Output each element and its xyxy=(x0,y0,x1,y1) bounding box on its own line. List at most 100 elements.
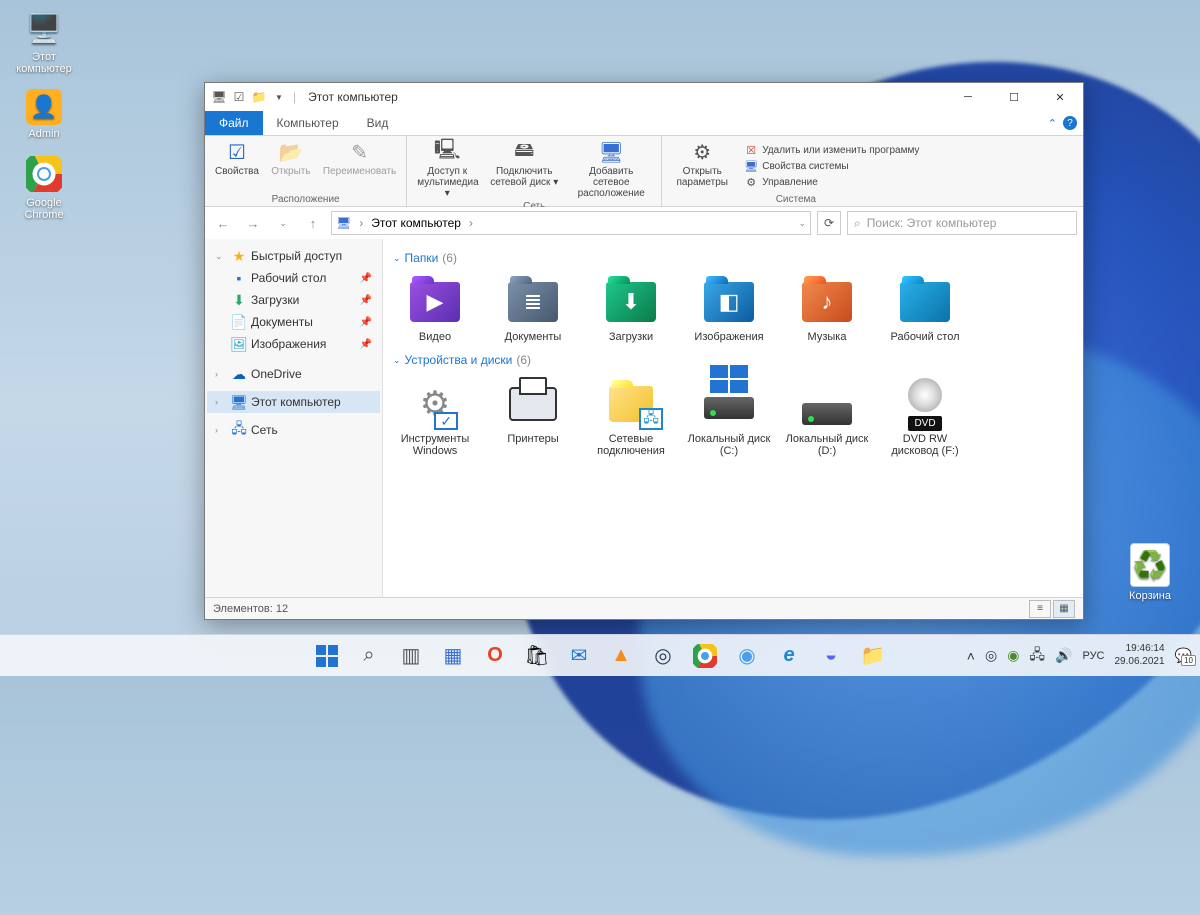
breadcrumb-label[interactable]: Этот компьютер xyxy=(371,216,461,230)
ribbon-map-drive[interactable]: 🖴Подключить сетевой диск ▾ xyxy=(483,138,565,201)
label: Корзина xyxy=(1129,590,1171,602)
chrome-button[interactable] xyxy=(686,637,724,675)
search-button[interactable]: ⌕ xyxy=(350,637,388,675)
sidebar-pictures[interactable]: 🖼Изображения📌 xyxy=(207,333,380,355)
explorer-window: 🖥 ☑ 📁 ▼ | Этот компьютер ─ ☐ ✕ Файл Комп… xyxy=(204,82,1084,620)
view-details-button[interactable]: ≡ xyxy=(1029,600,1051,618)
user-icon: 👤 xyxy=(26,89,62,125)
check-icon: ☑ xyxy=(225,140,249,164)
group-label: Расположение xyxy=(209,194,402,205)
steam-button[interactable]: ◎ xyxy=(644,637,682,675)
office-button[interactable]: O xyxy=(476,637,514,675)
item-videos[interactable]: ▶Видео xyxy=(391,273,479,347)
mail-button[interactable]: ✉ xyxy=(560,637,598,675)
sidebar-documents[interactable]: 📄Документы📌 xyxy=(207,311,380,333)
ribbon: ☑Свойства 📂Открыть ✎Переименовать Распол… xyxy=(205,135,1083,207)
group-header-folders[interactable]: ⌄Папки(6) xyxy=(391,245,1075,273)
desktop-icon-recycle[interactable]: ♻️ Корзина xyxy=(1114,543,1186,602)
tray-notifications[interactable]: 💬 10 xyxy=(1175,647,1192,664)
address-bar[interactable]: 🖥 › Этот компьютер › ⌄ xyxy=(331,211,811,235)
content-pane[interactable]: ⌄Папки(6) ▶Видео ≣Документы ⬇Загрузки ◧И… xyxy=(383,239,1083,597)
sidebar-downloads[interactable]: ⬇Загрузки📌 xyxy=(207,289,380,311)
ribbon-manage[interactable]: ⚙Управление xyxy=(740,174,923,190)
minimize-button[interactable]: ─ xyxy=(945,83,991,111)
sidebar-quick-access[interactable]: ⌄★Быстрый доступ xyxy=(207,245,380,267)
qat-monitor-icon[interactable]: 🖥 xyxy=(211,89,227,105)
help-icon[interactable]: ? xyxy=(1063,116,1077,130)
tray-clock[interactable]: 19:46:14 29.06.2021 xyxy=(1115,643,1165,668)
desktop-icon-this-pc[interactable]: 🖥️Этот компьютер xyxy=(8,8,80,75)
tray-network-icon[interactable]: 🖧 xyxy=(1029,644,1045,668)
expand-icon[interactable]: › xyxy=(215,369,227,379)
drive-icon: 🖴 xyxy=(512,140,536,164)
vlc-button[interactable]: ▲ xyxy=(602,637,640,675)
chromium-button[interactable]: ◉ xyxy=(728,637,766,675)
sidebar-desktop[interactable]: ▪Рабочий стол📌 xyxy=(207,267,380,289)
qat-check-icon[interactable]: ☑ xyxy=(231,89,247,105)
taskbar-apps: ⌕ ▥ ▦ O 🛍 ✉ ▲ ◎ ◉ e ◒ 📁 xyxy=(308,637,892,675)
nav-pane[interactable]: ⌄★Быстрый доступ ▪Рабочий стол📌 ⬇Загрузк… xyxy=(205,239,383,597)
tray-steam-icon[interactable]: ◎ xyxy=(985,647,997,664)
explorer-button[interactable]: 📁 xyxy=(854,637,892,675)
collapse-ribbon-icon[interactable]: ⌃ xyxy=(1048,117,1057,130)
ribbon-sys-props[interactable]: 🖥Свойства системы xyxy=(740,158,923,174)
sidebar-onedrive[interactable]: ›☁OneDrive xyxy=(207,363,380,385)
ribbon-open[interactable]: 📂Открыть xyxy=(265,138,317,179)
refresh-button[interactable]: ⟳ xyxy=(817,211,841,235)
taskbar[interactable]: ⌕ ▥ ▦ O 🛍 ✉ ▲ ◎ ◉ e ◒ 📁 ˄ ◎ ◉ 🖧 🔊 РУС 19… xyxy=(0,634,1200,676)
item-printers[interactable]: Принтеры xyxy=(489,375,577,461)
taskview-button[interactable]: ▥ xyxy=(392,637,430,675)
title-bar[interactable]: 🖥 ☑ 📁 ▼ | Этот компьютер ─ ☐ ✕ xyxy=(205,83,1083,111)
item-pictures[interactable]: ◧Изображения xyxy=(685,273,773,347)
tray-language[interactable]: РУС xyxy=(1082,650,1104,662)
up-button[interactable]: ↑ xyxy=(303,213,323,233)
item-net-connections[interactable]: 🖧Сетевые подключения xyxy=(587,375,675,461)
ribbon-rename[interactable]: ✎Переименовать xyxy=(317,138,402,179)
tab-file[interactable]: Файл xyxy=(205,111,263,135)
dropdown-icon[interactable]: ⌄ xyxy=(798,218,806,229)
item-music[interactable]: ♪Музыка xyxy=(783,273,871,347)
tab-computer[interactable]: Компьютер xyxy=(263,111,353,135)
search-box[interactable]: ⌕ Поиск: Этот компьютер xyxy=(847,211,1077,235)
item-documents[interactable]: ≣Документы xyxy=(489,273,577,347)
widgets-button[interactable]: ▦ xyxy=(434,637,472,675)
qat-folder-icon[interactable]: 📁 xyxy=(251,89,267,105)
back-button[interactable]: ← xyxy=(213,213,233,233)
view-large-button[interactable]: ▦ xyxy=(1053,600,1075,618)
ribbon-add-location[interactable]: 🖥Добавить сетевое расположение xyxy=(565,138,657,201)
desktop-icon-admin[interactable]: 👤Admin xyxy=(8,89,80,140)
edge-button[interactable]: e xyxy=(770,637,808,675)
recent-dropdown[interactable]: ⌄ xyxy=(273,213,293,233)
item-downloads[interactable]: ⬇Загрузки xyxy=(587,273,675,347)
recycle-icon: ♻️ xyxy=(1130,543,1170,587)
tray-overflow[interactable]: ˄ xyxy=(967,648,975,664)
expand-icon[interactable]: › xyxy=(215,397,227,407)
close-button[interactable]: ✕ xyxy=(1037,83,1083,111)
ribbon-uninstall[interactable]: ☒Удалить или изменить программу xyxy=(740,142,923,158)
search-placeholder: Поиск: Этот компьютер xyxy=(867,216,997,230)
sidebar-network[interactable]: ›🖧Сеть xyxy=(207,419,380,441)
start-button[interactable] xyxy=(308,637,346,675)
item-disk-c[interactable]: Локальный диск (C:) xyxy=(685,375,773,461)
item-desktop[interactable]: Рабочий стол xyxy=(881,273,969,347)
discord-button[interactable]: ◒ xyxy=(812,637,850,675)
ribbon-media[interactable]: 🖳Доступ к мультимедиа ▾ xyxy=(411,138,483,201)
tray-nvidia-icon[interactable]: ◉ xyxy=(1007,647,1019,664)
qat-dropdown-icon[interactable]: ▼ xyxy=(271,89,287,105)
maximize-button[interactable]: ☐ xyxy=(991,83,1037,111)
expand-icon[interactable]: › xyxy=(215,425,227,435)
ribbon-open-settings[interactable]: ⚙Открыть параметры xyxy=(666,138,738,194)
ribbon-properties[interactable]: ☑Свойства xyxy=(209,138,265,179)
item-disk-d[interactable]: Локальный диск (D:) xyxy=(783,375,871,461)
pin-icon: 📌 xyxy=(360,295,376,306)
expand-icon[interactable]: ⌄ xyxy=(215,251,227,262)
window-title: Этот компьютер xyxy=(304,90,398,104)
tab-view[interactable]: Вид xyxy=(353,111,403,135)
sidebar-this-pc[interactable]: ›🖥Этот компьютер xyxy=(207,391,380,413)
item-windows-tools[interactable]: ⚙✓Инструменты Windows xyxy=(391,375,479,461)
store-button[interactable]: 🛍 xyxy=(518,637,556,675)
desktop-icon-chrome[interactable]: Google Chrome xyxy=(8,154,80,221)
item-dvd-f[interactable]: DVDDVD RW дисковод (F:) xyxy=(881,375,969,461)
forward-button[interactable]: → xyxy=(243,213,263,233)
tray-sound-icon[interactable]: 🔊 xyxy=(1055,647,1072,664)
